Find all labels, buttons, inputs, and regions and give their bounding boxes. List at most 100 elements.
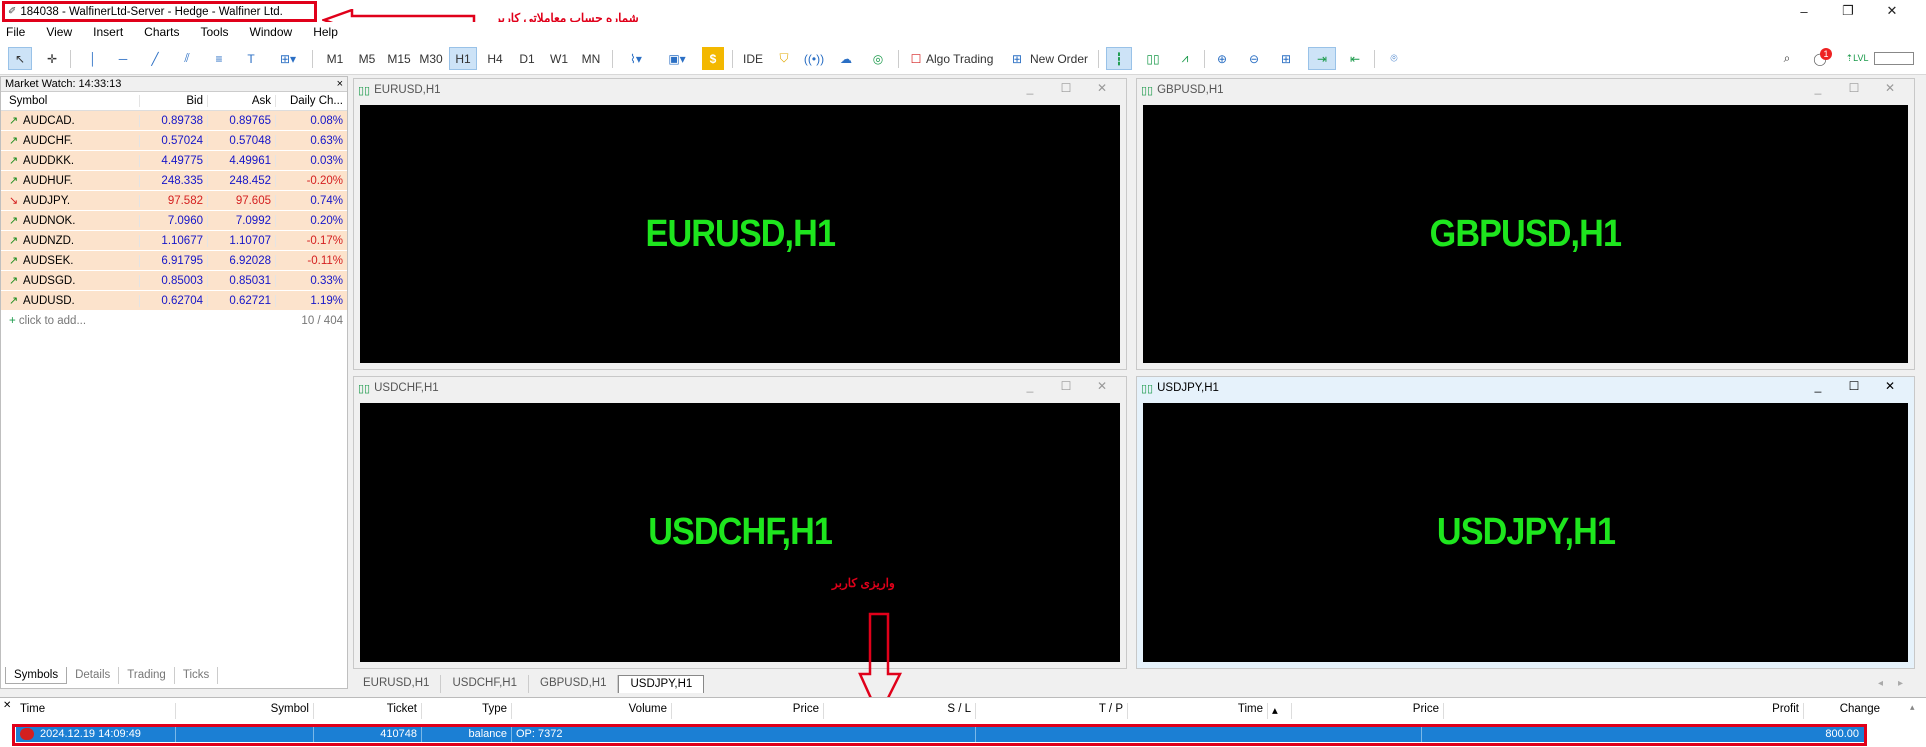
market-watch-row[interactable]: ↘ AUDJPY. 97.582 97.605 0.74%	[1, 191, 347, 211]
new-order-button[interactable]: New Order	[1030, 47, 1094, 70]
chart-window-gbpusd[interactable]: ▯▯ GBPUSD,H1 _ ☐ ✕ GBPUSD,H1	[1136, 78, 1915, 370]
minimize-icon[interactable]: _	[1012, 81, 1048, 95]
auto-scroll-icon[interactable]: ⇥	[1308, 47, 1336, 70]
chart-canvas[interactable]: USDCHF,H1	[360, 403, 1120, 662]
column-tp[interactable]: T / P	[976, 703, 1128, 719]
timeframe-w1[interactable]: W1	[545, 47, 573, 70]
chart-window-usdchf[interactable]: ▯▯ USDCHF,H1 _ ☐ ✕ USDCHF,H1	[353, 376, 1127, 669]
add-symbol-row[interactable]: + click to add... 10 / 404	[1, 311, 347, 331]
trend-line-icon[interactable]: ╱	[144, 47, 166, 70]
column-volume[interactable]: Volume	[512, 703, 672, 719]
shopping-bag-icon[interactable]: ⛉	[772, 47, 796, 70]
indicators-icon[interactable]: ⌇▾	[620, 47, 652, 70]
horizontal-line-icon[interactable]: ─	[112, 47, 134, 70]
close-icon[interactable]: ✕	[1872, 81, 1908, 95]
column-price[interactable]: Price	[672, 703, 824, 719]
scroll-up-icon[interactable]: ▴	[1910, 702, 1915, 713]
ide-button[interactable]: IDE	[740, 47, 766, 70]
chart-tab-usdjpy[interactable]: USDJPY,H1	[618, 675, 705, 693]
chart-canvas[interactable]: GBPUSD,H1	[1143, 105, 1908, 363]
close-icon[interactable]: ✕	[1872, 379, 1908, 393]
market-watch-row[interactable]: ↗ AUDDKK. 4.49775 4.49961 0.03%	[1, 151, 347, 171]
vertical-line-icon[interactable]: │	[82, 47, 104, 70]
timeframe-m15[interactable]: M15	[385, 47, 413, 70]
close-icon[interactable]: ✕	[3, 700, 11, 711]
algo-trading-button[interactable]: Algo Trading	[926, 47, 996, 70]
chart-tab-eurusd[interactable]: EURUSD,H1	[352, 675, 442, 693]
minimize-icon[interactable]: _	[1800, 81, 1836, 95]
chart-tab-gbpusd[interactable]: GBPUSD,H1	[529, 675, 619, 693]
market-watch-row[interactable]: ↗ AUDHUF. 248.335 248.452 -0.20%	[1, 171, 347, 191]
close-icon[interactable]: ×	[337, 78, 343, 90]
chart-window-eurusd[interactable]: ▯▯ EURUSD,H1 _ ☐ ✕ EURUSD,H1	[353, 78, 1127, 370]
column-symbol[interactable]: Symbol	[176, 703, 314, 719]
menu-help[interactable]: Help	[313, 25, 338, 39]
menu-file[interactable]: File	[6, 25, 25, 39]
column-bid[interactable]: Bid	[139, 95, 207, 107]
column-symbol[interactable]: Symbol	[1, 95, 139, 107]
timeframe-m5[interactable]: M5	[353, 47, 381, 70]
profile-box[interactable]	[1874, 52, 1914, 65]
column-profit[interactable]: Profit	[1444, 703, 1804, 719]
minimize-icon[interactable]: _	[1012, 379, 1048, 393]
column-sl[interactable]: S / L	[824, 703, 976, 719]
menu-view[interactable]: View	[46, 25, 72, 39]
chart-tab-usdchf[interactable]: USDCHF,H1	[441, 675, 530, 693]
search-icon[interactable]: ⌕	[1776, 47, 1798, 70]
templates-icon[interactable]: ▣▾	[660, 47, 694, 70]
market-watch-row[interactable]: ↗ AUDCAD. 0.89738 0.89765 0.08%	[1, 111, 347, 131]
timeframe-h4[interactable]: H4	[481, 47, 509, 70]
close-icon[interactable]: ✕	[1084, 81, 1120, 95]
zoom-out-icon[interactable]: ⊖	[1242, 47, 1266, 70]
timeframe-m1[interactable]: M1	[321, 47, 349, 70]
cursor-icon[interactable]: ↖	[8, 47, 32, 70]
minimize-button[interactable]: –	[1782, 0, 1826, 22]
menu-tools[interactable]: Tools	[201, 25, 229, 39]
column-ask[interactable]: Ask	[207, 95, 275, 107]
market-watch-row[interactable]: ↗ AUDNOK. 7.0960 7.0992 0.20%	[1, 211, 347, 231]
screenshot-icon[interactable]: ⌾	[1382, 47, 1406, 70]
market-watch-row[interactable]: ↗ AUDCHF. 0.57024 0.57048 0.63%	[1, 131, 347, 151]
signals-icon[interactable]: ((•))	[802, 47, 826, 70]
bar-chart-icon[interactable]: ┇	[1106, 47, 1132, 70]
market-watch-row[interactable]: ↗ AUDNZD. 1.10677 1.10707 -0.17%	[1, 231, 347, 251]
menu-insert[interactable]: Insert	[93, 25, 123, 39]
line-chart-icon[interactable]: ⩘	[1172, 47, 1198, 70]
menu-charts[interactable]: Charts	[144, 25, 179, 39]
tab-ticks[interactable]: Ticks	[175, 667, 219, 684]
market-watch-row[interactable]: ↗ AUDSEK. 6.91795 6.92028 -0.11%	[1, 251, 347, 271]
text-icon[interactable]: T	[240, 47, 262, 70]
timeframe-h1[interactable]: H1	[449, 47, 477, 70]
maximize-icon[interactable]: ☐	[1048, 81, 1084, 95]
level-icon[interactable]: ⇡LVL	[1846, 47, 1869, 70]
column-daily-change[interactable]: Daily Ch...	[275, 95, 347, 107]
minimize-icon[interactable]: _	[1800, 379, 1836, 393]
chart-canvas[interactable]: USDJPY,H1	[1143, 403, 1908, 662]
tab-scroll-left-icon[interactable]: ◂	[1878, 678, 1883, 689]
column-close-price[interactable]: Price	[1292, 703, 1444, 719]
fibonacci-icon[interactable]: ≡	[208, 47, 230, 70]
tile-windows-icon[interactable]: ⊞	[1274, 47, 1298, 70]
column-ticket[interactable]: Ticket	[314, 703, 422, 719]
candlestick-icon[interactable]: ▯▯	[1140, 47, 1166, 70]
tab-symbols[interactable]: Symbols	[5, 667, 68, 684]
shapes-icon[interactable]: ⊞▾	[272, 47, 304, 70]
column-change[interactable]: Change	[1804, 703, 1884, 719]
timeframe-mn[interactable]: MN	[577, 47, 605, 70]
vps-cloud-icon[interactable]: ☁	[834, 47, 858, 70]
column-time[interactable]: Time	[16, 703, 176, 719]
close-icon[interactable]: ✕	[1084, 379, 1120, 393]
maximize-icon[interactable]: ☐	[1836, 379, 1872, 393]
chart-window-usdjpy[interactable]: ▯▯ USDJPY,H1 _ ☐ ✕ USDJPY,H1	[1136, 376, 1915, 669]
chart-shift-icon[interactable]: ⇤	[1342, 47, 1368, 70]
crosshair-icon[interactable]: ✛	[40, 47, 64, 70]
community-icon[interactable]: ◎	[866, 47, 890, 70]
market-watch-row[interactable]: ↗ AUDSGD. 0.85003 0.85031 0.33%	[1, 271, 347, 291]
chart-canvas[interactable]: EURUSD,H1	[360, 105, 1120, 363]
column-close-time[interactable]: Time	[1128, 703, 1268, 719]
close-button[interactable]: ✕	[1870, 0, 1914, 22]
market-watch-row[interactable]: ↗ AUDUSD. 0.62704 0.62721 1.19%	[1, 291, 347, 311]
maximize-icon[interactable]: ☐	[1048, 379, 1084, 393]
menu-window[interactable]: Window	[250, 25, 293, 39]
column-type[interactable]: Type	[422, 703, 512, 719]
